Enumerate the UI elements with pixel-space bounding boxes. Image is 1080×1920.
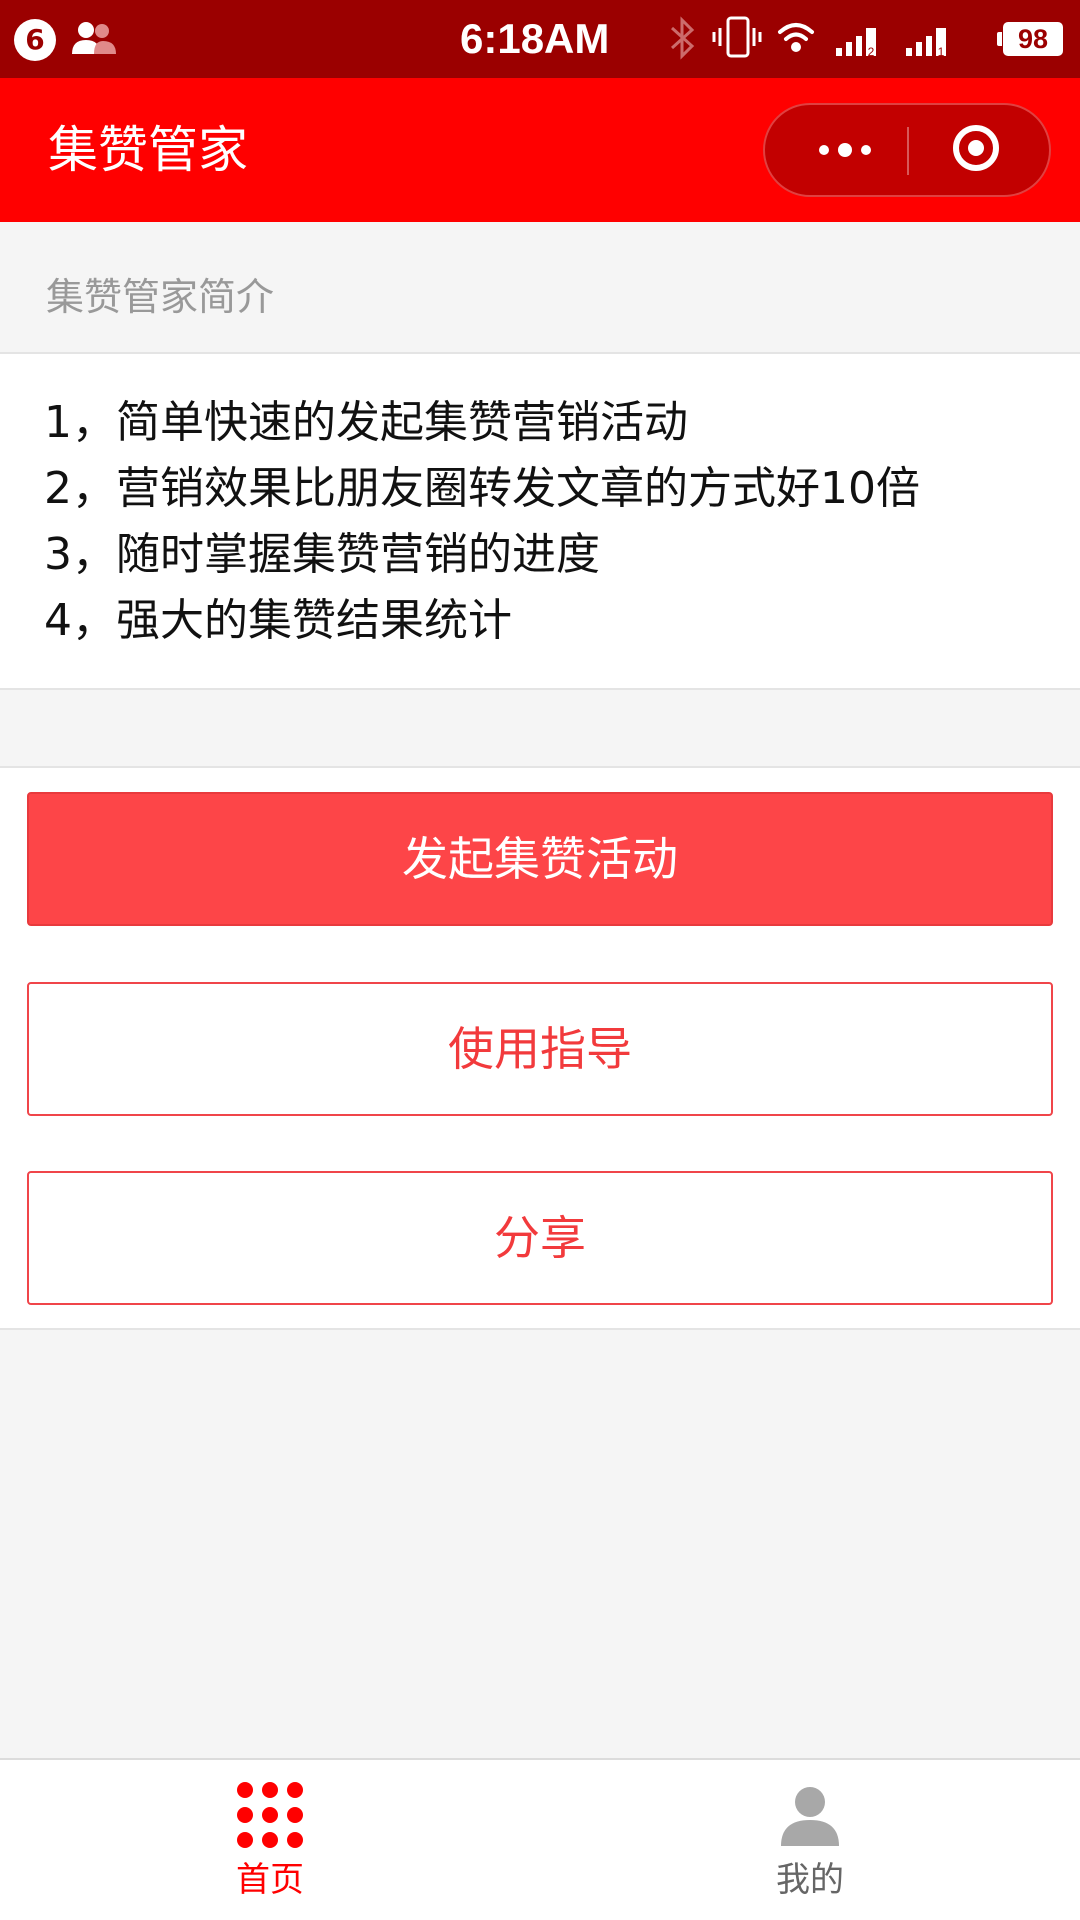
more-dots-icon — [838, 143, 852, 157]
intro-section-header: 集赞管家简介 — [0, 222, 1080, 354]
list-item: 4，强大的集赞结果统计 — [44, 595, 512, 646]
tab-mine-label: 我的 — [776, 1860, 844, 1900]
battery-icon: 98 — [997, 22, 1063, 56]
close-target-icon[interactable] — [953, 125, 999, 171]
more-button[interactable] — [795, 105, 895, 195]
capsule-menu — [763, 103, 1051, 197]
tab-home[interactable]: 首页 — [0, 1760, 540, 1920]
contacts-icon — [72, 22, 116, 54]
list-item: 1，简单快速的发起集赞营销活动 — [44, 397, 688, 448]
page-title: 集赞管家 — [48, 121, 248, 179]
nav-bar: 集赞管家 — [0, 78, 1080, 222]
grid-dots-icon — [237, 1782, 303, 1848]
more-dots-icon — [861, 145, 871, 155]
tab-mine[interactable]: 我的 — [540, 1760, 1080, 1920]
actions-card: 发起集赞活动 使用指导 分享 — [0, 766, 1080, 1330]
person-icon — [781, 1787, 839, 1846]
vibrate-icon — [712, 16, 762, 58]
status-bar: 6 6:18AM 2 1 98 — [0, 0, 1080, 78]
intro-card: 1，简单快速的发起集赞营销活动 2，营销效果比朋友圈转发文章的方式好10倍 3，… — [0, 354, 1080, 690]
svg-text:2: 2 — [868, 45, 875, 59]
capsule-divider — [907, 127, 909, 175]
notification-badge: 6 — [14, 19, 56, 61]
list-item: 3，随时掌握集赞营销的进度 — [44, 529, 600, 580]
clock-time: 6:18AM — [460, 15, 610, 62]
section-header-title: 集赞管家简介 — [46, 275, 275, 319]
share-button[interactable]: 分享 — [27, 1171, 1053, 1305]
tab-bar: 首页 我的 — [0, 1758, 1080, 1920]
svg-text:1: 1 — [938, 45, 945, 59]
usage-guide-button[interactable]: 使用指导 — [27, 982, 1053, 1116]
list-item: 2，营销效果比朋友圈转发文章的方式好10倍 — [44, 463, 920, 514]
intro-list: 1，简单快速的发起集赞营销活动 2，营销效果比朋友圈转发文章的方式好10倍 3，… — [44, 390, 920, 654]
status-icons: 2 1 — [670, 16, 946, 60]
more-dots-icon — [819, 145, 829, 155]
tab-home-label: 首页 — [236, 1860, 304, 1900]
start-activity-button[interactable]: 发起集赞活动 — [27, 792, 1053, 926]
mini-program-page: 6 6:18AM 2 1 98 集赞管家 集赞管家简介 1，简单快速的发起集赞营… — [0, 0, 1080, 1920]
bluetooth-icon — [670, 16, 695, 60]
wifi-icon — [778, 23, 814, 52]
